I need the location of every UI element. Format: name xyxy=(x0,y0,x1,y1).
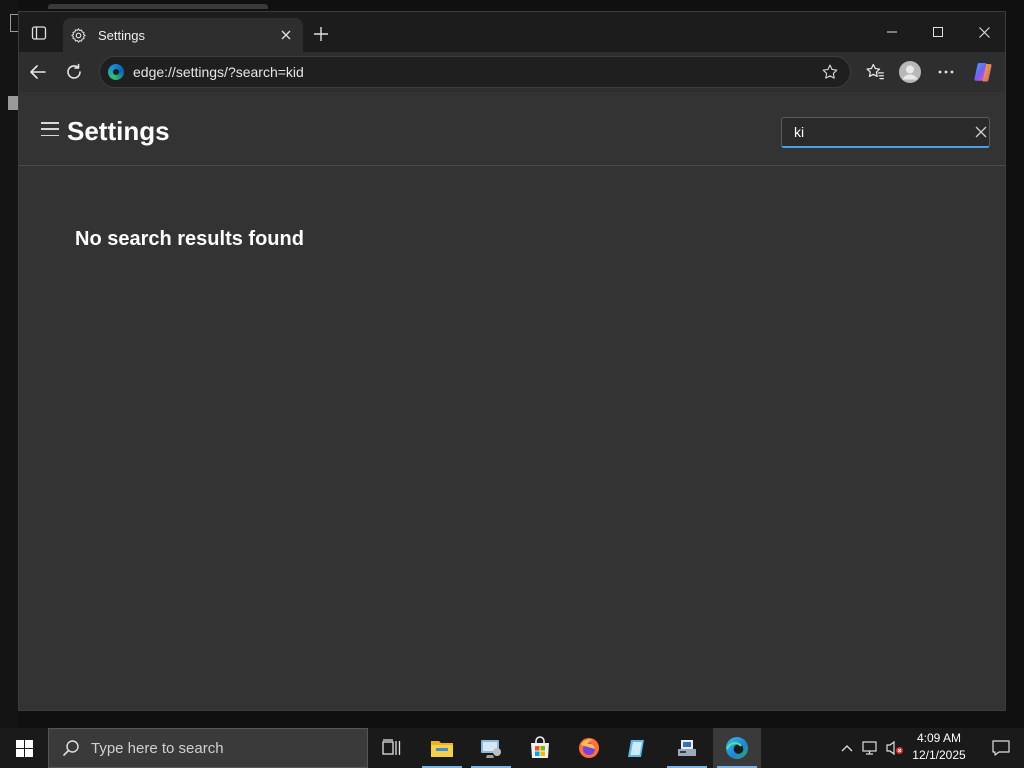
notifications-icon[interactable] xyxy=(978,728,1024,768)
more-icon[interactable] xyxy=(934,60,958,84)
menu-hamburger-icon[interactable] xyxy=(41,122,59,136)
minimize-icon[interactable] xyxy=(869,12,915,52)
toolbar: edge://settings/?search=kid xyxy=(19,52,1005,92)
new-tab-icon[interactable] xyxy=(311,24,331,44)
edge-taskbar-icon[interactable] xyxy=(713,728,761,768)
settings-search-box[interactable] xyxy=(781,117,990,148)
file-explorer-icon[interactable] xyxy=(418,728,466,768)
network-icon[interactable] xyxy=(860,728,882,768)
clock-time: 4:09 AM xyxy=(916,731,962,745)
taskbar-search-placeholder: Type here to search xyxy=(91,739,224,757)
profile-icon[interactable] xyxy=(898,60,922,84)
address-url[interactable]: edge://settings/?search=kid xyxy=(133,64,818,80)
favorite-star-icon[interactable] xyxy=(818,60,842,84)
start-windows-icon[interactable] xyxy=(0,728,48,768)
notepad-icon[interactable] xyxy=(614,728,662,768)
page-title: Settings xyxy=(67,116,170,146)
browser-window: Settings edge://settings/?search=kid Set… xyxy=(18,11,1006,711)
no-results-message: No search results found xyxy=(75,228,304,250)
clear-search-icon[interactable] xyxy=(975,122,987,142)
desktop-icon-fragment xyxy=(10,14,18,32)
tab-actions-icon[interactable] xyxy=(29,24,49,42)
settings-search-input[interactable] xyxy=(782,124,975,140)
gear-icon xyxy=(69,26,87,44)
background-window-edge xyxy=(48,4,268,9)
taskbar: Type here to search 4:09 AM 12/1/2025 xyxy=(0,728,1024,768)
address-bar[interactable]: edge://settings/?search=kid xyxy=(99,56,851,88)
edge-logo-icon xyxy=(108,64,124,80)
tab-bar: Settings xyxy=(19,12,1005,52)
taskbar-clock[interactable]: 4:09 AM 12/1/2025 xyxy=(906,730,972,766)
microsoft-store-icon[interactable] xyxy=(516,728,564,768)
network-app-icon[interactable] xyxy=(663,728,711,768)
settings-page: Settings No search results found xyxy=(19,92,1005,710)
tab-settings[interactable]: Settings xyxy=(63,18,303,52)
settings-header: Settings xyxy=(19,92,1005,166)
tab-title: Settings xyxy=(98,27,145,43)
taskbar-search[interactable]: Type here to search xyxy=(48,728,368,768)
favorites-icon[interactable] xyxy=(863,60,887,84)
task-view-icon[interactable] xyxy=(368,728,416,768)
search-icon xyxy=(61,738,81,758)
copilot-icon[interactable] xyxy=(971,60,995,84)
desktop-icon-fragment-2 xyxy=(8,96,18,110)
back-icon[interactable] xyxy=(26,60,50,84)
firefox-icon[interactable] xyxy=(565,728,613,768)
close-tab-icon[interactable] xyxy=(277,26,295,44)
maximize-icon[interactable] xyxy=(915,12,961,52)
show-hidden-icons-chevron-icon[interactable] xyxy=(838,728,856,768)
volume-muted-icon[interactable] xyxy=(884,728,906,768)
clock-date: 12/1/2025 xyxy=(912,748,966,762)
close-window-icon[interactable] xyxy=(961,12,1007,52)
control-panel-icon[interactable] xyxy=(467,728,515,768)
refresh-icon[interactable] xyxy=(62,60,86,84)
